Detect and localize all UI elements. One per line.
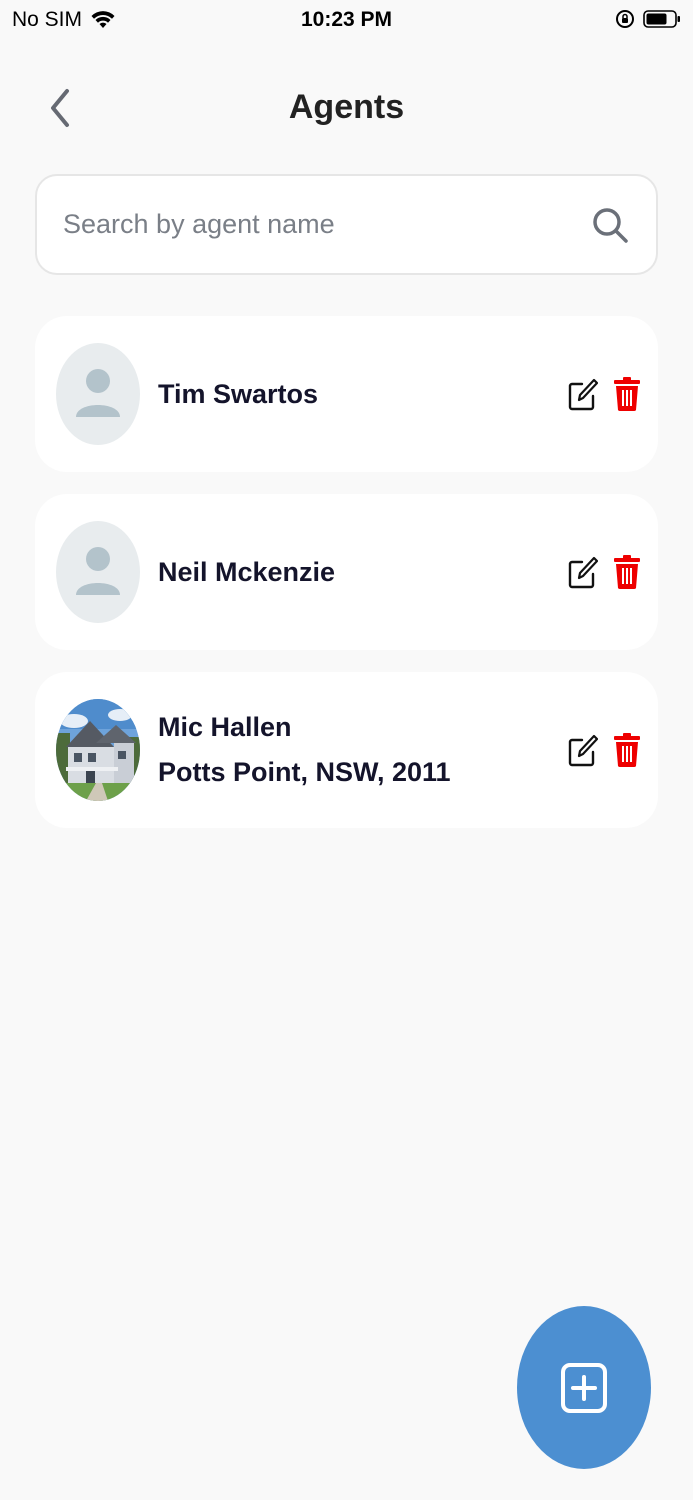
search-icon[interactable] bbox=[590, 205, 630, 245]
add-agent-button[interactable] bbox=[517, 1306, 651, 1469]
battery-icon bbox=[643, 10, 680, 28]
agent-name: Neil Mckenzie bbox=[158, 556, 336, 587]
avatar bbox=[56, 699, 140, 801]
status-time: 10:23 PM bbox=[300, 8, 393, 31]
house-photo bbox=[56, 699, 140, 801]
avatar bbox=[56, 521, 140, 623]
trash-icon bbox=[614, 733, 640, 768]
avatar bbox=[56, 343, 140, 445]
delete-button[interactable] bbox=[610, 553, 644, 591]
agent-card[interactable]: Tim Swartos bbox=[35, 316, 658, 472]
edit-button[interactable] bbox=[566, 375, 600, 413]
edit-icon bbox=[568, 734, 598, 767]
agent-name: Mic Hallen bbox=[158, 712, 292, 742]
card-actions bbox=[566, 494, 644, 650]
delete-button[interactable] bbox=[610, 375, 644, 413]
orientation-lock-icon bbox=[616, 10, 634, 28]
search-bar[interactable] bbox=[35, 174, 658, 275]
edit-button[interactable] bbox=[566, 553, 600, 591]
agent-card[interactable]: Mic Hallen Potts Point, NSW, 2011 bbox=[35, 672, 658, 828]
agent-info: Mic Hallen Potts Point, NSW, 2011 bbox=[158, 672, 451, 828]
status-right bbox=[615, 9, 681, 29]
agents-screen: No SIM 10:23 PM Agents Search by agent n… bbox=[0, 0, 693, 1500]
card-actions bbox=[566, 316, 644, 472]
edit-button[interactable] bbox=[566, 731, 600, 769]
agent-location: Potts Point, NSW, 2011 bbox=[158, 757, 451, 787]
search-input[interactable] bbox=[63, 209, 580, 240]
add-square-icon bbox=[561, 1362, 607, 1413]
trash-icon bbox=[614, 377, 640, 412]
agent-info: Tim Swartos bbox=[158, 316, 318, 472]
card-actions bbox=[566, 672, 644, 828]
agent-info: Neil Mckenzie bbox=[158, 494, 335, 650]
agent-card[interactable]: Neil Mckenzie bbox=[35, 494, 658, 650]
person-placeholder-icon bbox=[76, 369, 120, 417]
edit-icon bbox=[568, 556, 598, 589]
status-bar: No SIM 10:23 PM bbox=[0, 0, 693, 44]
person-placeholder-icon bbox=[76, 547, 120, 595]
trash-icon bbox=[614, 555, 640, 590]
agent-name: Tim Swartos bbox=[158, 378, 319, 409]
edit-icon bbox=[568, 378, 598, 411]
delete-button[interactable] bbox=[610, 731, 644, 769]
page-title: Agents bbox=[288, 88, 405, 126]
